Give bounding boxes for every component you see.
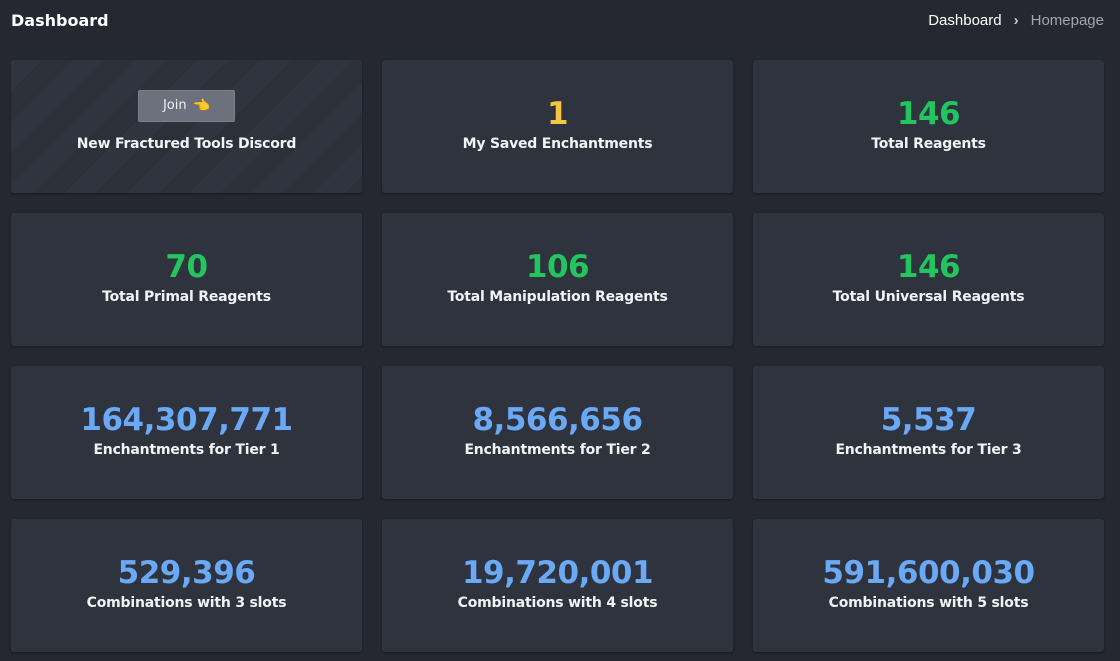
stat-value: 146 [896, 248, 961, 285]
stat-label: Total Universal Reagents [832, 288, 1025, 305]
discord-card-label: New Fractured Tools Discord [76, 135, 297, 152]
stat-value: 19,720,001 [461, 554, 654, 591]
join-button-label: Join [162, 98, 187, 113]
stat-card-tier2-enchantments: 8,566,656 Enchantments for Tier 2 [382, 366, 733, 499]
breadcrumb-dashboard-link[interactable]: Dashboard [928, 12, 1001, 29]
stat-card-total-reagents: 146 Total Reagents [753, 60, 1104, 193]
stat-value: 529,396 [117, 554, 256, 591]
stat-card-tier3-enchantments: 5,537 Enchantments for Tier 3 [753, 366, 1104, 499]
stat-value: 8,566,656 [472, 401, 643, 438]
stat-label: Combinations with 3 slots [86, 594, 287, 611]
breadcrumb: Dashboard › Homepage [928, 12, 1104, 29]
stat-label: Total Manipulation Reagents [447, 288, 668, 305]
top-bar: Dashboard Dashboard › Homepage [0, 0, 1120, 44]
stat-value: 1 [546, 95, 569, 132]
stats-grid: Join 👈 New Fractured Tools Discord 1 My … [11, 60, 1111, 652]
stat-card-5-slot-combinations: 591,600,030 Combinations with 5 slots [753, 519, 1104, 652]
join-discord-button[interactable]: Join 👈 [138, 89, 235, 122]
stat-value: 164,307,771 [80, 401, 293, 438]
stat-value: 70 [165, 248, 208, 285]
stat-card-saved-enchantments[interactable]: 1 My Saved Enchantments [382, 60, 733, 193]
stat-card-tier1-enchantments: 164,307,771 Enchantments for Tier 1 [11, 366, 362, 499]
discord-card: Join 👈 New Fractured Tools Discord [11, 60, 362, 193]
stat-label: Enchantments for Tier 1 [93, 441, 280, 458]
stat-label: Total Reagents [871, 135, 986, 152]
stat-label: My Saved Enchantments [462, 135, 653, 152]
stat-label: Enchantments for Tier 2 [464, 441, 651, 458]
stat-label: Combinations with 5 slots [828, 594, 1029, 611]
stat-label: Enchantments for Tier 3 [835, 441, 1022, 458]
stat-label: Combinations with 4 slots [457, 594, 658, 611]
stat-value: 106 [525, 248, 590, 285]
page-title: Dashboard [11, 11, 109, 30]
stat-value: 591,600,030 [822, 554, 1035, 591]
chevron-right-icon: › [1013, 12, 1019, 29]
stat-label: Total Primal Reagents [102, 288, 271, 305]
stat-card-manipulation-reagents: 106 Total Manipulation Reagents [382, 213, 733, 346]
stat-card-4-slot-combinations: 19,720,001 Combinations with 4 slots [382, 519, 733, 652]
stat-card-primal-reagents: 70 Total Primal Reagents [11, 213, 362, 346]
stat-value: 146 [896, 95, 961, 132]
breadcrumb-current: Homepage [1030, 12, 1104, 29]
pointing-hand-icon: 👈 [192, 97, 211, 114]
stat-card-universal-reagents: 146 Total Universal Reagents [753, 213, 1104, 346]
stat-card-3-slot-combinations: 529,396 Combinations with 3 slots [11, 519, 362, 652]
stat-value: 5,537 [880, 401, 977, 438]
